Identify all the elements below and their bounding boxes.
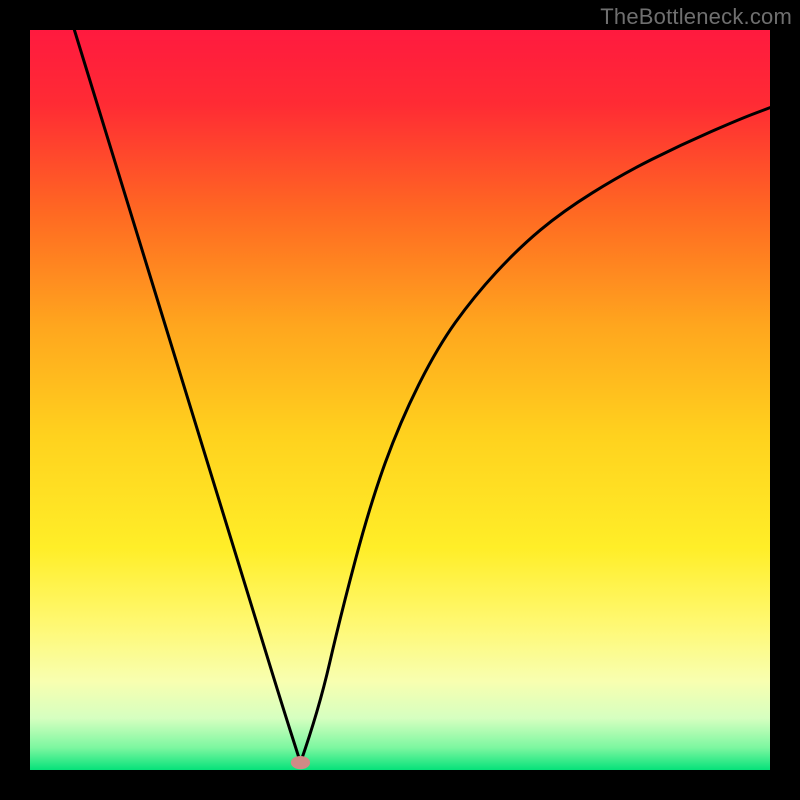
gradient-background bbox=[30, 30, 770, 770]
plot-area bbox=[30, 30, 770, 770]
minimum-marker bbox=[291, 756, 310, 769]
chart-svg bbox=[30, 30, 770, 770]
chart-container: TheBottleneck.com bbox=[0, 0, 800, 800]
watermark-text: TheBottleneck.com bbox=[600, 4, 792, 30]
